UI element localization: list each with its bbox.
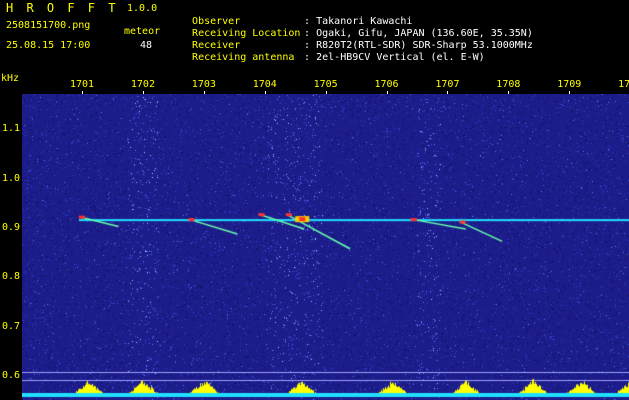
- detect-count: 48: [140, 40, 153, 51]
- x-tick-label: 1704: [252, 79, 277, 90]
- info-row-antenna: Receiving antenna: 2el-HB9CV Vertical (e…: [180, 41, 485, 63]
- x-tick-label: 1708: [496, 79, 521, 90]
- info-value: 2el-HB9CV Vertical (el. E-W): [316, 52, 485, 63]
- x-tick-label: 1709: [557, 79, 582, 90]
- info-sep: :: [304, 52, 311, 63]
- file-name: 2508151700.png: [6, 20, 91, 31]
- y-tick-label: 1.1: [2, 123, 21, 135]
- y-tick-label: 0.6: [2, 370, 21, 382]
- spectrogram: [22, 94, 629, 400]
- x-tick-label: 1710: [618, 79, 629, 90]
- x-tick-label: 1702: [130, 79, 155, 90]
- x-tick-label: 1706: [374, 79, 399, 90]
- app-version: 1.0.0: [127, 3, 158, 14]
- x-tick-label: 1701: [70, 79, 95, 90]
- x-tick-label: 1707: [435, 79, 460, 90]
- info-label: Receiving antenna: [192, 52, 295, 63]
- timestamp: 25.08.15 17:00: [6, 40, 91, 51]
- app-title: H R O F F T: [6, 1, 119, 15]
- y-axis-unit: kHz: [1, 73, 20, 84]
- detect-label: meteor: [124, 26, 161, 37]
- y-tick-label: 0.9: [2, 222, 21, 233]
- x-tick-label: 1703: [191, 79, 216, 90]
- y-tick-label: 1.0: [2, 172, 21, 184]
- y-tick-label: 0.8: [2, 271, 21, 283]
- y-tick-label: 0.7: [2, 320, 21, 332]
- x-tick-label: 1705: [313, 79, 338, 90]
